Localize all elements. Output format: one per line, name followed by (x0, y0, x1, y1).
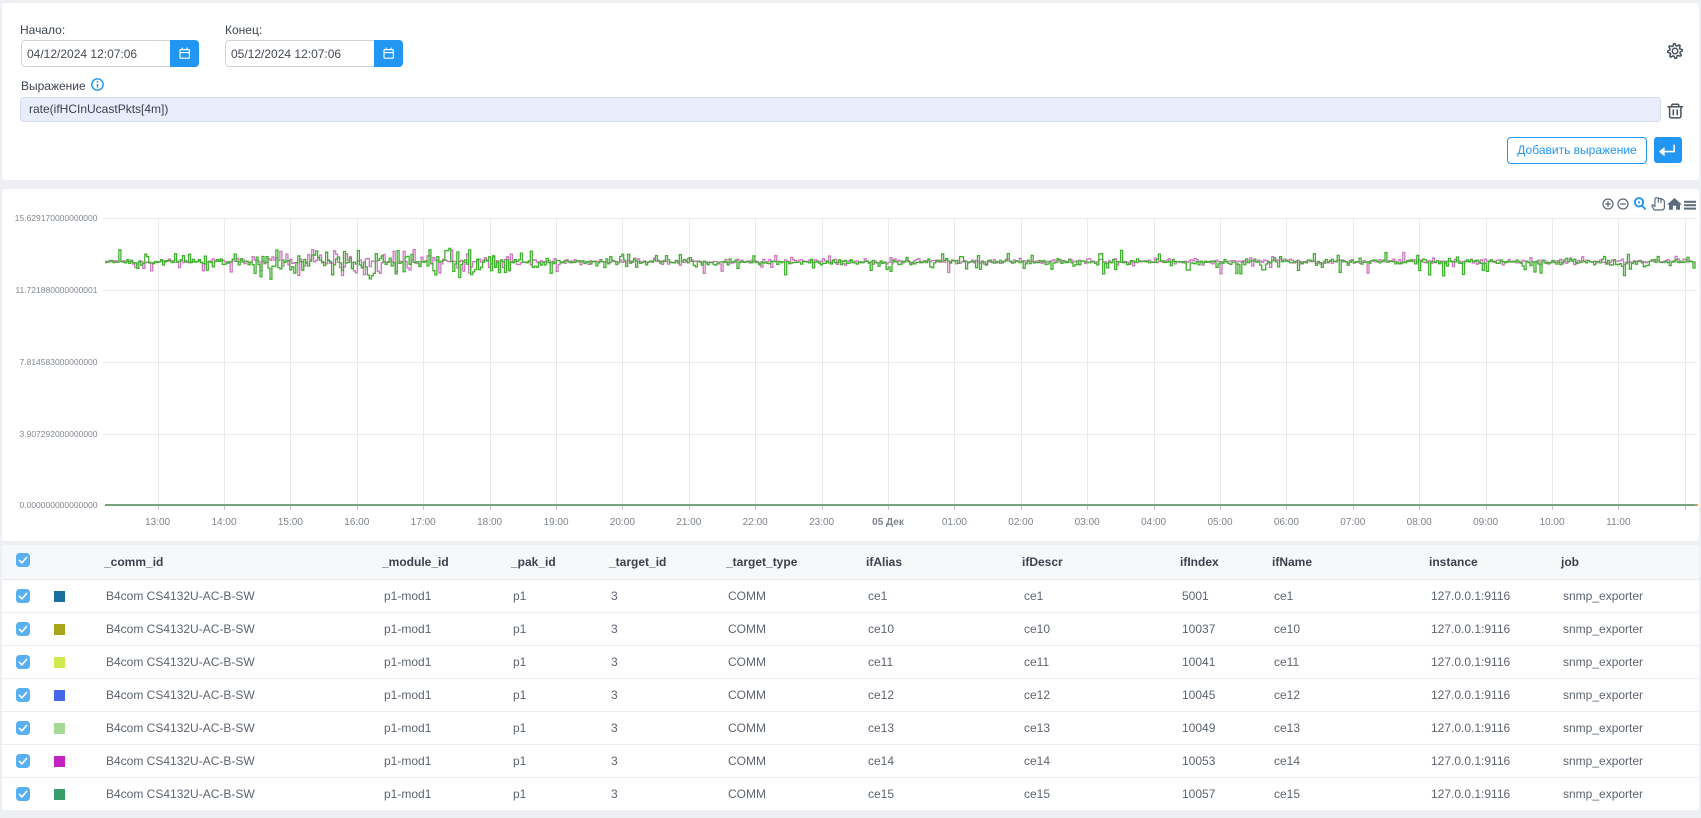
svg-text:05:00: 05:00 (1207, 517, 1232, 528)
svg-text:11.721880000000001: 11.721880000000001 (15, 285, 97, 295)
svg-text:3.907292000000000: 3.907292000000000 (20, 429, 98, 439)
svg-text:04:00: 04:00 (1141, 517, 1166, 528)
svg-text:08:00: 08:00 (1407, 517, 1432, 528)
svg-text:17:00: 17:00 (411, 517, 436, 528)
svg-text:06:00: 06:00 (1274, 517, 1299, 528)
svg-text:14:00: 14:00 (211, 517, 236, 528)
svg-text:10:00: 10:00 (1539, 517, 1564, 528)
svg-text:7.814583000000000: 7.814583000000000 (20, 357, 98, 367)
svg-text:23:00: 23:00 (809, 517, 834, 528)
svg-text:16:00: 16:00 (344, 517, 369, 528)
svg-text:15.629170000000000: 15.629170000000000 (15, 213, 98, 223)
svg-text:20:00: 20:00 (610, 517, 635, 528)
svg-text:19:00: 19:00 (543, 517, 568, 528)
svg-text:22:00: 22:00 (743, 517, 768, 528)
svg-text:21:00: 21:00 (676, 517, 701, 528)
svg-text:07:00: 07:00 (1340, 517, 1365, 528)
svg-text:01:00: 01:00 (942, 517, 967, 528)
svg-text:0.000000000000000: 0.000000000000000 (20, 500, 98, 510)
svg-text:09:00: 09:00 (1473, 517, 1498, 528)
svg-text:18:00: 18:00 (477, 517, 502, 528)
svg-text:15:00: 15:00 (278, 517, 303, 528)
svg-text:03:00: 03:00 (1075, 517, 1100, 528)
svg-text:13:00: 13:00 (145, 517, 170, 528)
svg-text:05 Дек: 05 Дек (872, 517, 905, 528)
svg-text:11:00: 11:00 (1606, 517, 1631, 528)
svg-text:02:00: 02:00 (1008, 517, 1033, 528)
